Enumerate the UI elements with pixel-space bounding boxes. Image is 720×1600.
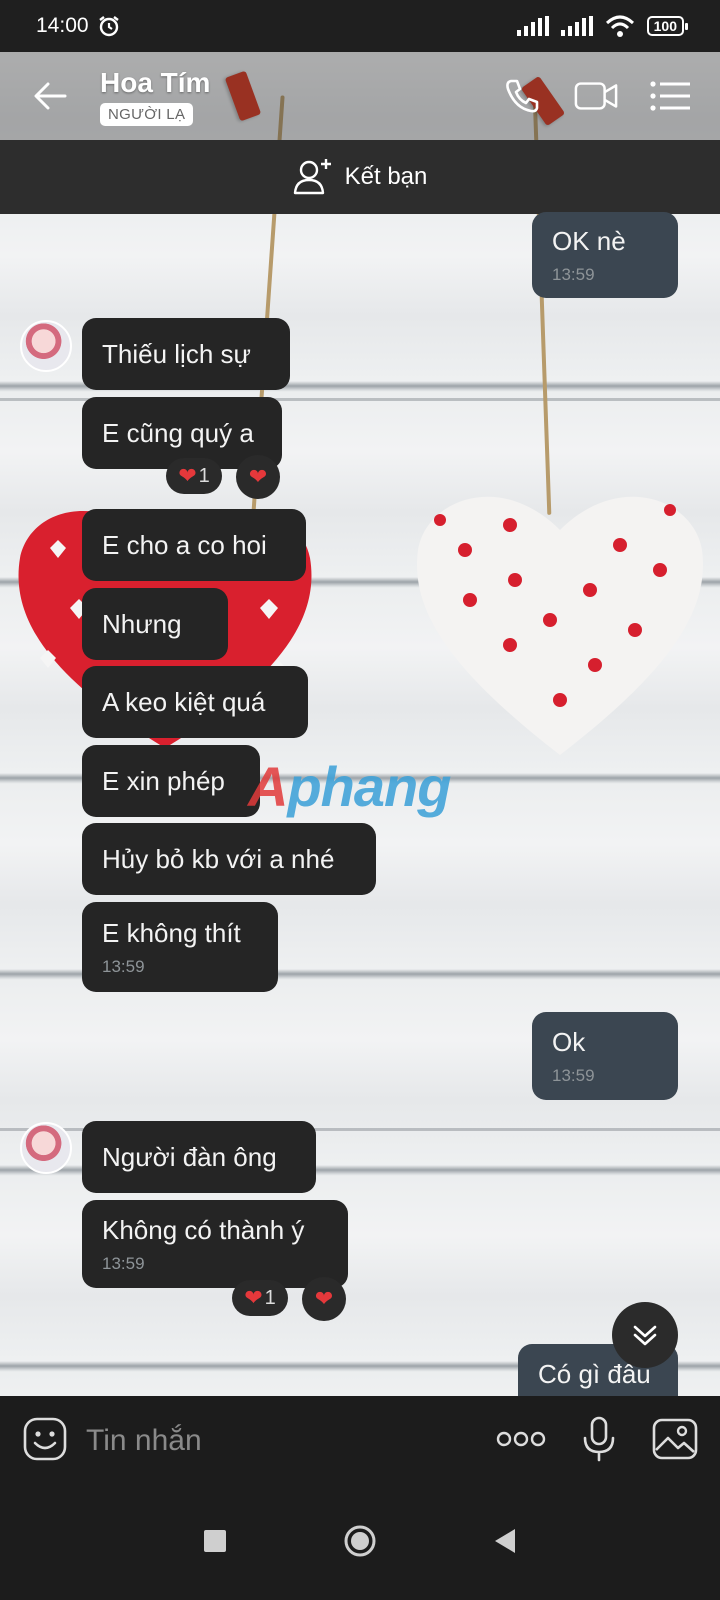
message-time: 13:59 xyxy=(552,264,595,284)
message-text: Người đàn ông xyxy=(102,1141,277,1172)
add-friend-label: Kết bạn xyxy=(344,163,428,190)
message-text: Hủy bỏ kb với a nhé xyxy=(102,843,335,874)
more-options-icon xyxy=(496,1431,546,1446)
recents-square-icon xyxy=(204,1529,226,1552)
image-icon xyxy=(652,1418,698,1459)
voice-record-button[interactable] xyxy=(582,1416,616,1467)
double-chevron-down-icon xyxy=(633,1325,657,1346)
heart-reaction-icon: ❤ xyxy=(314,1286,334,1311)
message-bubble-received[interactable]: E cho a co hoi xyxy=(82,509,306,581)
menu-list-icon xyxy=(650,81,690,111)
message-input[interactable]: Tin nhắn xyxy=(86,1424,202,1458)
message-time: 13:59 xyxy=(102,1253,145,1273)
message-bubble-received[interactable]: A keo kiệt quá xyxy=(82,666,308,738)
phone-icon xyxy=(506,79,539,113)
heart-reaction-icon: ❤ xyxy=(244,1285,263,1310)
message-text: E cũng quý a xyxy=(102,417,254,448)
message-text: E không thít xyxy=(102,917,241,948)
message-bubble-received[interactable]: Hủy bỏ kb với a nhé xyxy=(82,823,376,895)
message-bubble-sent[interactable]: OK nè 13:59 xyxy=(532,212,678,298)
voice-call-button[interactable] xyxy=(500,74,544,118)
message-text: E xin phép xyxy=(102,765,225,796)
message-text: Không có thành ý xyxy=(102,1214,305,1245)
message-text: OK nè xyxy=(552,225,626,256)
video-call-button[interactable] xyxy=(574,74,618,118)
home-button[interactable] xyxy=(343,1524,377,1563)
back-arrow-icon xyxy=(34,82,67,110)
scroll-to-bottom-button[interactable] xyxy=(612,1302,678,1368)
menu-button[interactable] xyxy=(648,74,692,118)
message-bubble-received[interactable]: E không thít 13:59 xyxy=(82,902,278,992)
reaction-count: 1 xyxy=(198,464,210,487)
watermark-logo: Aphang xyxy=(248,755,451,818)
message-time: 13:59 xyxy=(102,956,145,976)
video-call-icon xyxy=(574,82,618,110)
send-image-button[interactable] xyxy=(652,1418,698,1465)
message-bubble-received[interactable]: Không có thành ý 13:59 xyxy=(82,1200,348,1288)
microphone-icon xyxy=(583,1416,615,1461)
stranger-badge: NGƯỜI LẠ xyxy=(100,102,194,126)
reaction-count: 1 xyxy=(264,1286,276,1309)
message-time: 13:59 xyxy=(552,1065,595,1085)
message-text: Thiếu lịch sự xyxy=(102,338,251,369)
more-options-button[interactable] xyxy=(496,1429,546,1454)
status-time: 14:00 xyxy=(36,14,89,37)
message-text: A keo kiệt quá xyxy=(102,686,266,717)
add-friend-button[interactable]: Kết bạn xyxy=(0,140,720,214)
reaction-count-badge[interactable]: ❤ 1 xyxy=(232,1280,288,1316)
heart-reaction-icon: ❤ xyxy=(248,464,268,489)
signal-icon xyxy=(516,16,549,36)
add-user-icon xyxy=(293,159,331,195)
message-bubble-received[interactable]: Nhưng xyxy=(82,588,228,660)
message-text: Ok xyxy=(552,1026,586,1057)
white-polka-heart-decoration xyxy=(417,496,703,755)
system-back-button[interactable] xyxy=(493,1528,517,1559)
alarm-icon xyxy=(98,16,119,37)
battery-icon: 100 xyxy=(646,16,689,36)
home-circle-icon xyxy=(344,1525,376,1556)
contact-avatar[interactable] xyxy=(20,1122,72,1174)
add-reaction-button[interactable]: ❤ xyxy=(236,455,280,499)
add-reaction-button[interactable]: ❤ xyxy=(302,1277,346,1321)
back-button[interactable] xyxy=(0,52,100,140)
message-text: E cho a co hoi xyxy=(102,529,267,560)
message-bubble-sent[interactable]: Ok 13:59 xyxy=(532,1012,678,1100)
signal-icon xyxy=(560,16,593,36)
message-input-bar: Tin nhắn xyxy=(0,1396,720,1486)
contact-title[interactable]: Hoa Tím NGƯỜI LẠ xyxy=(100,67,210,126)
chat-header: Hoa Tím NGƯỜI LẠ xyxy=(0,52,720,140)
wifi-icon xyxy=(605,15,634,37)
heart-reaction-icon: ❤ xyxy=(178,463,197,488)
status-bar: 14:00 100 xyxy=(0,0,720,52)
back-triangle-icon xyxy=(495,1528,515,1553)
reaction-count-badge[interactable]: ❤ 1 xyxy=(166,458,222,494)
contact-avatar[interactable] xyxy=(20,320,72,372)
sticker-button[interactable] xyxy=(22,1416,68,1467)
message-bubble-received[interactable]: E xin phép xyxy=(82,745,260,817)
message-text: Nhưng xyxy=(102,608,182,639)
system-navigation-bar xyxy=(0,1486,720,1600)
sticker-icon xyxy=(23,1417,67,1460)
message-bubble-received[interactable]: Người đàn ông xyxy=(82,1121,316,1193)
message-bubble-received[interactable]: Thiếu lịch sự xyxy=(82,318,290,390)
recents-button[interactable] xyxy=(203,1529,227,1558)
contact-name: Hoa Tím xyxy=(100,66,211,98)
